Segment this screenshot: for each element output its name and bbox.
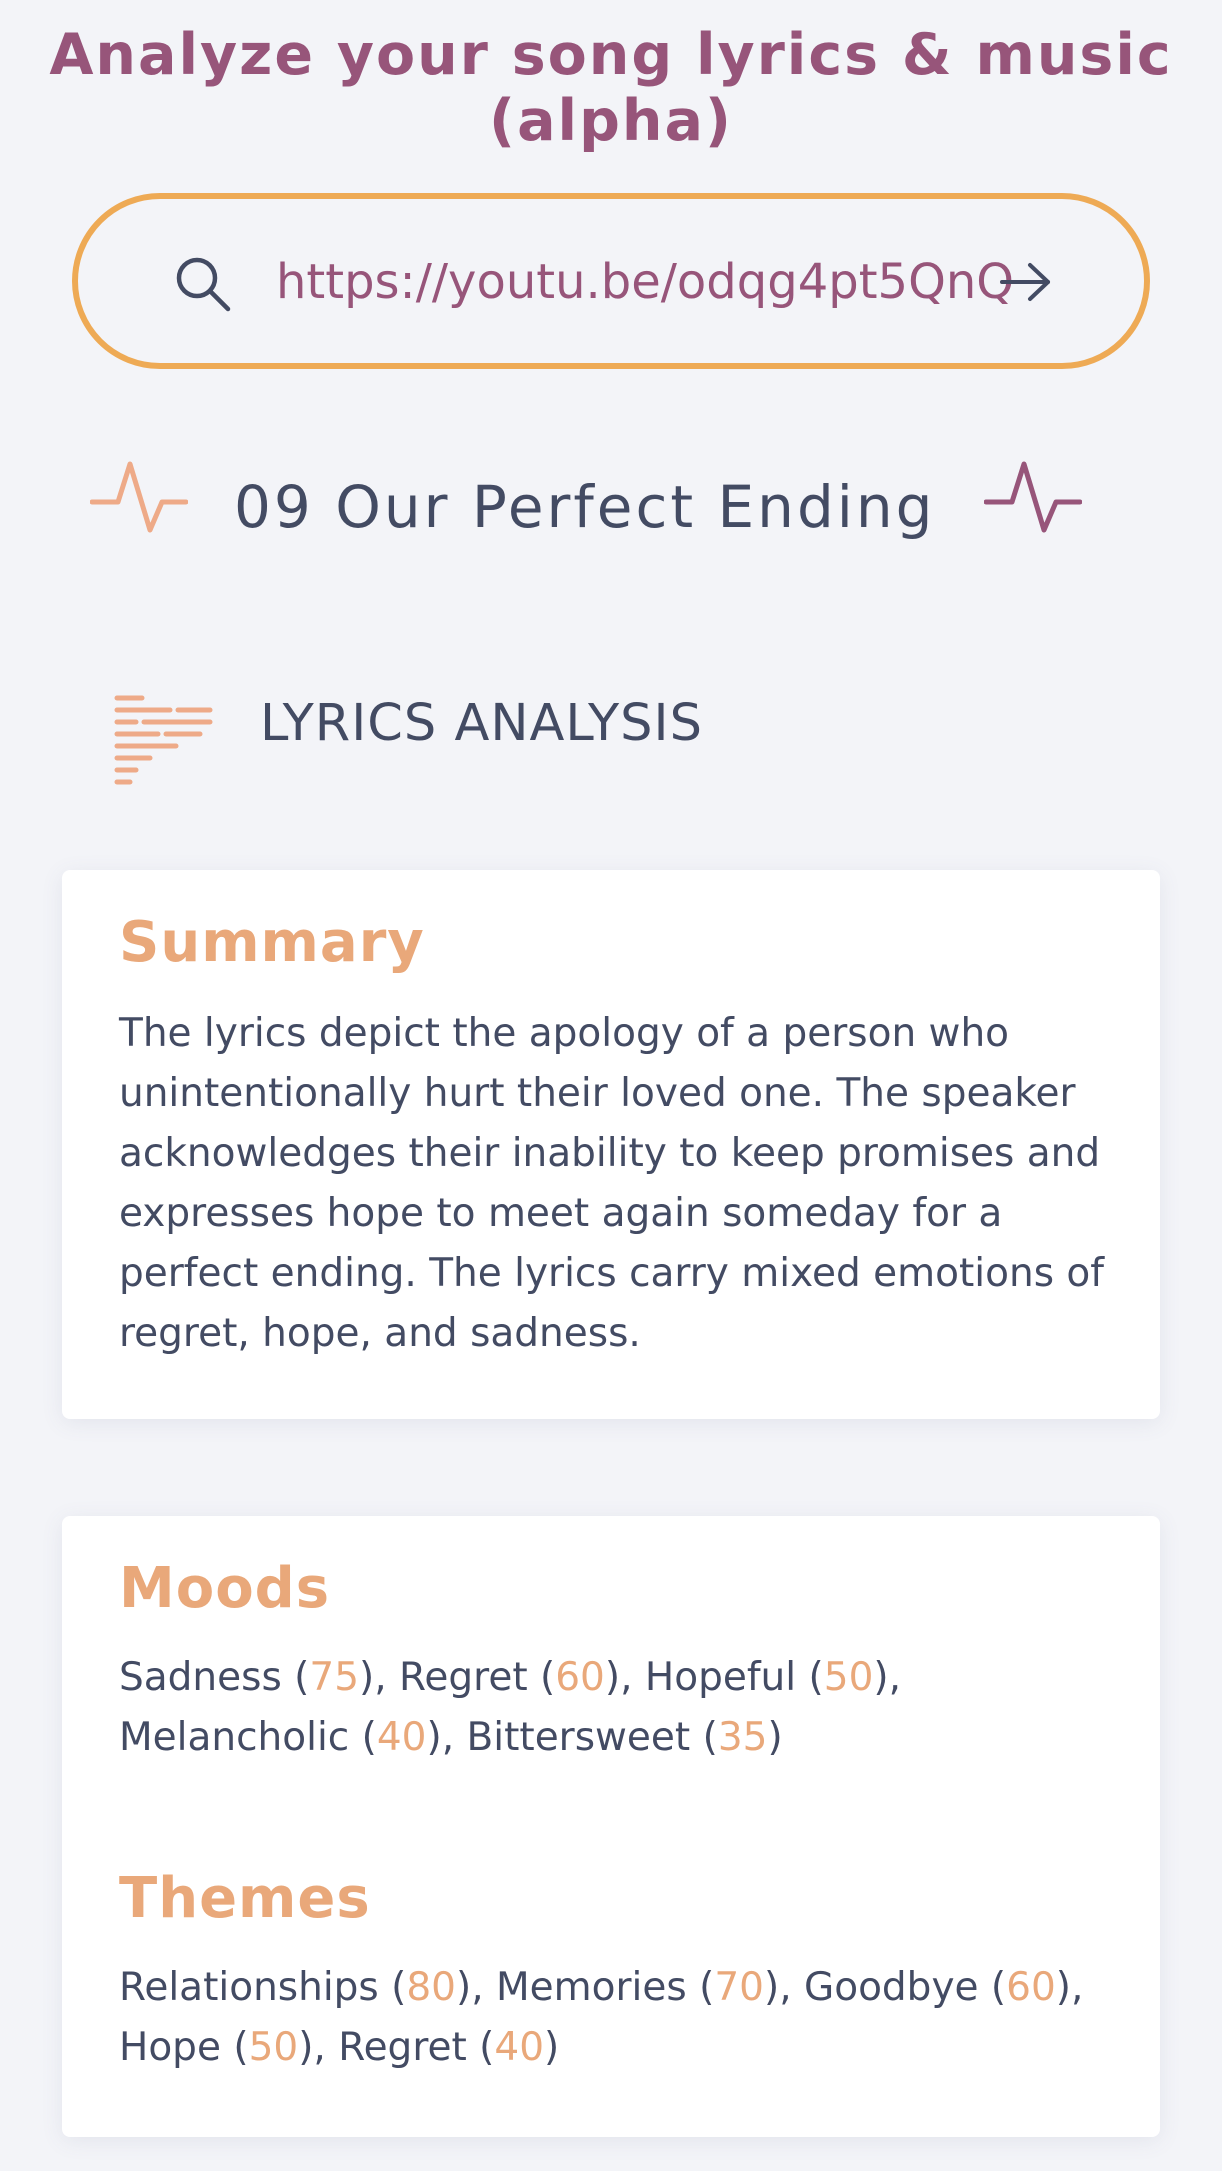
mood-item: Sadness (75) bbox=[119, 1655, 375, 1700]
pulse-icon bbox=[90, 461, 188, 533]
pulse-icon bbox=[984, 461, 1082, 533]
lyrics-analysis-header: LYRICS ANALYSIS bbox=[0, 686, 1222, 786]
arrow-right-icon[interactable] bbox=[996, 255, 1056, 309]
theme-item: Relationships (80) bbox=[119, 1965, 472, 2010]
mood-item: Melancholic (40) bbox=[119, 1715, 442, 1760]
summary-text: The lyrics depict the apology of a perso… bbox=[119, 1011, 1104, 1356]
search-input[interactable] bbox=[276, 249, 1036, 315]
track-title: 09 Our Perfect Ending bbox=[234, 473, 936, 541]
mood-item: Bittersweet (35) bbox=[466, 1715, 783, 1760]
theme-item: Memories (70) bbox=[496, 1965, 780, 2010]
themes-list: Relationships (80), Memories (70), Goodb… bbox=[119, 1965, 1084, 2070]
theme-item: Regret (40) bbox=[338, 2025, 560, 2070]
search-icon bbox=[176, 257, 231, 312]
themes-heading: Themes bbox=[119, 1866, 371, 1931]
summary-heading: Summary bbox=[119, 910, 425, 975]
track-header: 09 Our Perfect Ending bbox=[0, 455, 1222, 555]
moods-list: Sadness (75), Regret (60), Hopeful (50),… bbox=[119, 1655, 902, 1760]
lyrics-lines-icon bbox=[114, 695, 213, 785]
theme-item: Goodbye (60) bbox=[803, 1965, 1071, 2010]
page: Analyze your song lyrics & music (alpha)… bbox=[0, 0, 1222, 2171]
search-box[interactable] bbox=[72, 193, 1150, 369]
section-title: LYRICS ANALYSIS bbox=[260, 694, 703, 753]
page-title: Analyze your song lyrics & music (alpha) bbox=[49, 22, 1173, 154]
summary-card: Summary The lyrics depict the apology of… bbox=[62, 870, 1160, 1419]
moods-themes-card: Moods Sadness (75), Regret (60), Hopeful… bbox=[62, 1516, 1160, 2137]
mood-item: Regret (60) bbox=[399, 1655, 621, 1700]
moods-heading: Moods bbox=[119, 1556, 331, 1621]
theme-item: Hope (50) bbox=[119, 2025, 314, 2070]
mood-item: Hopeful (50) bbox=[644, 1655, 889, 1700]
